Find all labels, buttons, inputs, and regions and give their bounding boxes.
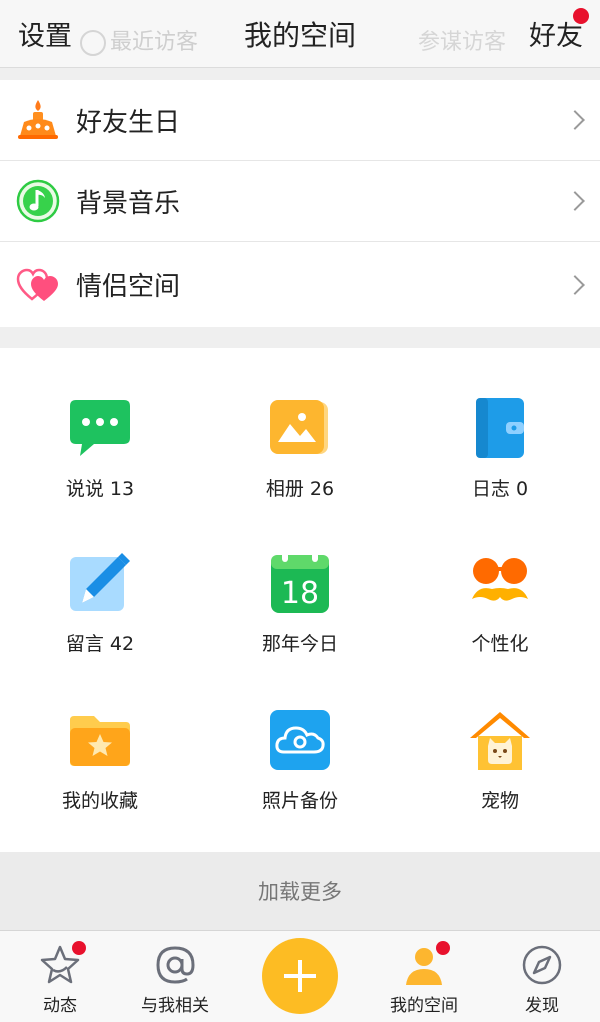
grid-item-photo-backup[interactable]: 照片备份 (200, 708, 400, 813)
pet-house-icon (468, 708, 532, 772)
person-icon (402, 941, 450, 987)
tab-feed[interactable]: 动态 (0, 941, 120, 1016)
grid-item-label: 宠物 (480, 790, 519, 812)
pen-icon (68, 551, 132, 615)
grid-item-label: 说说 13 (65, 478, 135, 500)
friends-button[interactable]: 好友 (529, 8, 589, 53)
list-item-background-music[interactable]: 背景音乐 (0, 161, 600, 242)
grid-item-label: 相册 26 (265, 478, 335, 500)
star-icon (38, 941, 86, 987)
birthday-cake-icon (16, 98, 60, 142)
at-icon (153, 943, 197, 987)
grid-item-diary[interactable]: 日志 0 (400, 396, 600, 501)
grid-item-pet[interactable]: 宠物 (400, 708, 600, 813)
visitors-ghost: 参谋访客 (418, 30, 507, 55)
tab-discover[interactable]: 发现 (482, 943, 600, 1016)
chat-bubble-icon (68, 396, 132, 460)
grid-item-label: 个性化 (471, 633, 529, 655)
notification-dot (72, 941, 86, 955)
sunglasses-mustache-icon (468, 551, 532, 615)
tab-my-space[interactable]: 我的空间 (364, 941, 484, 1016)
page-title: 我的空间 (243, 19, 356, 52)
grid-item-shuoshuo[interactable]: 说说 13 (0, 396, 200, 501)
music-note-icon (16, 179, 60, 223)
tab-label: 动态 (43, 996, 77, 1016)
calendar-date-number: 18 (281, 576, 319, 611)
tab-mentions[interactable]: 与我相关 (115, 943, 235, 1016)
diary-icon (468, 396, 532, 460)
chevron-right-icon (565, 110, 585, 130)
list-item-couple-space[interactable]: 情侣空间 (0, 242, 600, 327)
grid-item-on-this-day[interactable]: 18 那年今日 (200, 551, 400, 656)
cloud-backup-icon (268, 708, 332, 772)
load-more-button[interactable]: 加载更多 (0, 852, 600, 930)
tab-label: 我的空间 (390, 996, 458, 1016)
chevron-right-icon (565, 274, 585, 295)
compass-icon (520, 943, 564, 987)
tab-label: 发现 (525, 996, 559, 1016)
hearts-icon (16, 263, 60, 307)
list-item-friend-birthday[interactable]: 好友生日 (0, 80, 600, 161)
grid-item-album[interactable]: 相册 26 (200, 396, 400, 501)
grid-item-personalize[interactable]: 个性化 (400, 551, 600, 656)
calendar-icon: 18 (268, 551, 332, 615)
grid-item-label: 照片备份 (261, 790, 338, 812)
grid-item-label: 那年今日 (261, 633, 338, 655)
chevron-right-icon (565, 191, 585, 211)
photo-album-icon (268, 396, 332, 460)
grid-item-label: 留言 42 (65, 633, 135, 655)
top-bar: 设置 最近访客 我的空间 参谋访客 好友 (0, 0, 600, 68)
grid-item-favorites[interactable]: 我的收藏 (0, 708, 200, 813)
tab-label: 与我相关 (141, 996, 209, 1016)
list-item-label: 背景音乐 (76, 188, 181, 219)
plus-icon (284, 960, 316, 992)
notification-dot (573, 8, 589, 24)
grid-item-label: 日志 0 (471, 478, 529, 500)
grid-item-messages[interactable]: 留言 42 (0, 551, 200, 656)
friends-label: 好友 (529, 21, 583, 52)
feature-grid: 说说 13 相册 26 日志 0 留言 42 18 那年今日 个性化 我的收藏 … (0, 348, 600, 852)
post-plus-button[interactable] (262, 938, 338, 1014)
notification-dot (436, 941, 450, 955)
star-folder-icon (68, 708, 132, 772)
feature-list: 好友生日 背景音乐 情侣空间 (0, 80, 600, 327)
grid-item-label: 我的收藏 (61, 790, 138, 812)
list-item-label: 好友生日 (76, 107, 181, 138)
list-item-label: 情侣空间 (76, 272, 181, 302)
